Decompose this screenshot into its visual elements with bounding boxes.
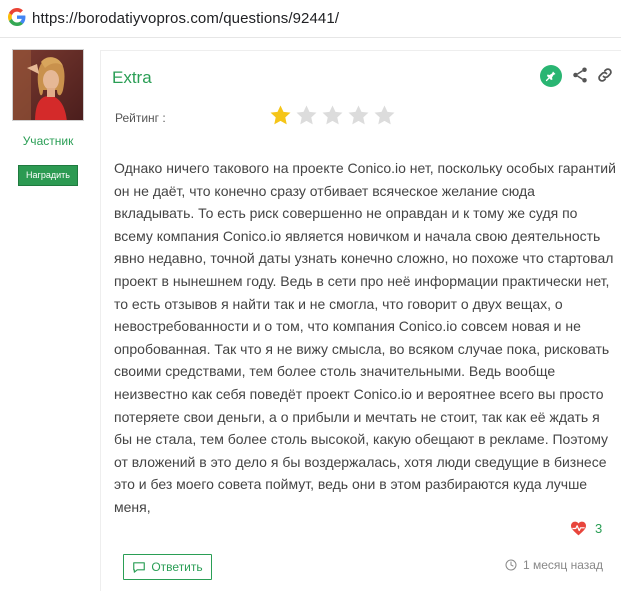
star-empty-icon[interactable]	[295, 104, 318, 127]
link-icon[interactable]	[596, 66, 614, 84]
clock-icon	[505, 559, 517, 571]
user-panel: Участник Наградить	[0, 38, 100, 591]
google-g-icon	[8, 8, 26, 26]
star-empty-icon[interactable]	[373, 104, 396, 127]
time-text: 1 месяц назад	[523, 558, 603, 572]
author-name[interactable]: Extra	[112, 68, 152, 88]
like-button[interactable]: 3	[570, 521, 602, 536]
pin-button[interactable]	[540, 65, 562, 87]
reply-label: Ответить	[151, 560, 203, 574]
rating-label: Рейтинг :	[115, 111, 166, 125]
heart-pulse-icon	[571, 521, 586, 536]
share-icon[interactable]	[571, 66, 589, 84]
url-text[interactable]: https://borodatiyvopros.com/questions/92…	[32, 10, 339, 27]
star-empty-icon[interactable]	[347, 104, 370, 127]
rating-stars	[269, 104, 396, 128]
reply-button[interactable]: Ответить	[123, 554, 212, 580]
star-empty-icon[interactable]	[321, 104, 344, 127]
user-role: Участник	[22, 134, 74, 148]
pin-icon	[545, 71, 556, 82]
browser-address-bar[interactable]: https://borodatiyvopros.com/questions/92…	[0, 0, 621, 38]
post-time: 1 месяц назад	[505, 558, 603, 572]
post-body: Однако ничего такового на проекте Conico…	[114, 160, 616, 515]
avatar[interactable]	[12, 49, 84, 121]
award-button[interactable]: Наградить	[18, 165, 78, 186]
user-avatar-photo	[13, 50, 83, 120]
like-count: 3	[595, 521, 603, 536]
answer-post: Extra Рейтинг : Однако ничего такового н…	[100, 50, 621, 591]
comment-icon	[133, 561, 146, 573]
star-filled-icon[interactable]	[269, 104, 292, 127]
